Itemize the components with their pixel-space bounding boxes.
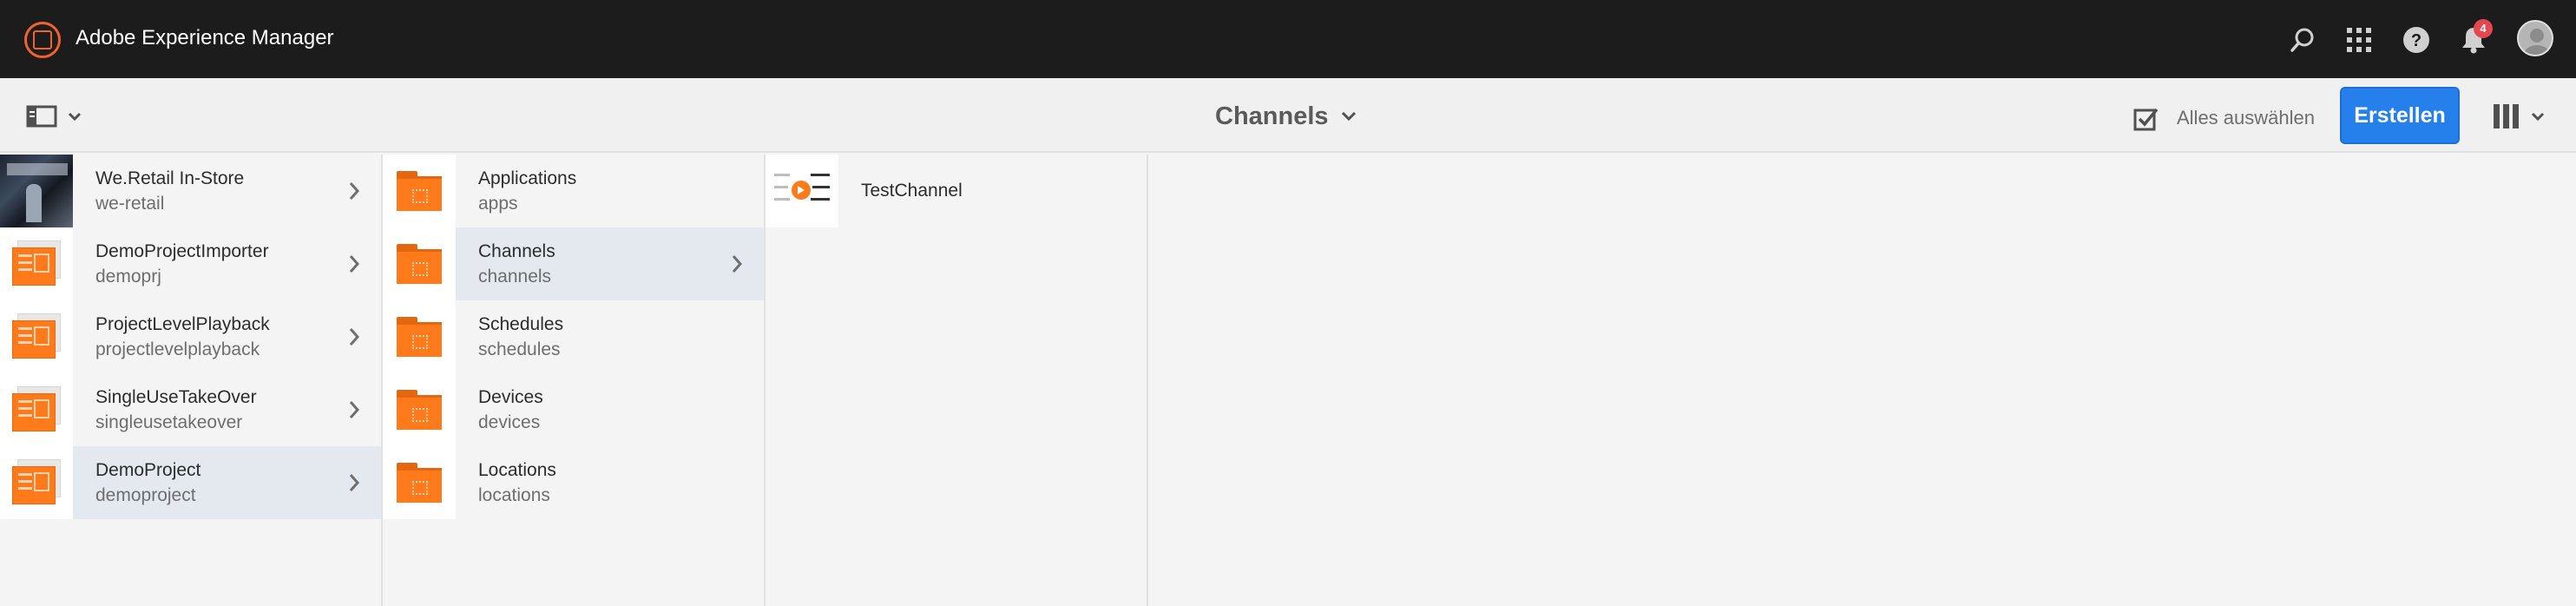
- chevron-right-icon[interactable]: [731, 254, 743, 274]
- project-thumbnail: [0, 446, 73, 519]
- list-item[interactable]: Devices devices: [383, 373, 764, 446]
- item-title: Applications: [478, 168, 577, 188]
- item-name: projectlevelplayback: [95, 339, 260, 359]
- item-name: demoproject: [95, 484, 196, 505]
- breadcrumb-title: Channels: [1215, 102, 1329, 130]
- item-title: Channels: [478, 240, 555, 261]
- project-thumbnail: [0, 300, 73, 373]
- folder-icon: [383, 227, 456, 300]
- folder-icon: [383, 300, 456, 373]
- list-item-selected[interactable]: DemoProject demoproject: [0, 446, 381, 519]
- aem-logo-icon[interactable]: [24, 22, 61, 58]
- list-item[interactable]: Schedules schedules: [383, 300, 764, 373]
- item-title: ProjectLevelPlayback: [95, 313, 270, 334]
- column-view-icon: [2494, 104, 2519, 128]
- list-item[interactable]: TestChannel: [766, 155, 1147, 227]
- list-item-selected[interactable]: Channels channels: [383, 227, 764, 300]
- create-button[interactable]: Erstellen: [2340, 87, 2460, 144]
- chevron-right-icon[interactable]: [348, 399, 360, 420]
- list-item[interactable]: ProjectLevelPlayback projectlevelplayback: [0, 300, 381, 373]
- rail-toggle-button[interactable]: [26, 99, 95, 134]
- list-item[interactable]: DemoProjectImporter demoprj: [0, 227, 381, 300]
- item-name: locations: [478, 484, 550, 505]
- item-name: schedules: [478, 339, 561, 359]
- item-title: Locations: [478, 459, 556, 480]
- folder-icon: [383, 446, 456, 519]
- item-title: Schedules: [478, 313, 564, 334]
- action-bar: Channels Alles auswählen Erstellen: [0, 78, 2576, 153]
- item-title: We.Retail In-Store: [95, 168, 245, 188]
- chevron-down-icon: [68, 112, 82, 122]
- help-icon[interactable]: ?: [2399, 23, 2434, 57]
- list-item[interactable]: Locations locations: [383, 446, 764, 519]
- folder-icon: [383, 373, 456, 446]
- project-thumbnail: [0, 373, 73, 446]
- select-all-label: Alles auswählen: [2177, 107, 2315, 128]
- list-item[interactable]: Applications apps: [383, 155, 764, 227]
- empty-column: [1148, 155, 2576, 606]
- item-title: SingleUseTakeOver: [95, 386, 257, 407]
- projects-column: We.Retail In-Store we-retail DemoProjectI…: [0, 155, 383, 606]
- list-item[interactable]: We.Retail In-Store we-retail: [0, 155, 381, 227]
- item-name: devices: [478, 412, 541, 432]
- search-icon[interactable]: [2286, 23, 2321, 57]
- chevron-right-icon[interactable]: [348, 472, 360, 493]
- item-name: demoprj: [95, 266, 161, 287]
- column-view: We.Retail In-Store we-retail DemoProjectI…: [0, 155, 2576, 606]
- item-name: singleusetakeover: [95, 412, 243, 432]
- item-name: we-retail: [95, 193, 165, 214]
- item-title: DemoProject: [95, 459, 201, 480]
- item-title: DemoProjectImporter: [95, 240, 269, 261]
- app-title[interactable]: Adobe Experience Manager: [76, 26, 334, 50]
- item-title: TestChannel: [861, 181, 963, 201]
- checkbox-checked-icon: [2133, 108, 2159, 131]
- item-title: Devices: [478, 386, 543, 407]
- global-header: Adobe Experience Manager ? 4: [0, 0, 2576, 78]
- user-avatar[interactable]: [2517, 20, 2553, 56]
- channel-thumbnail: [766, 155, 838, 227]
- notification-count-badge: 4: [2474, 19, 2493, 38]
- folder-icon: [383, 155, 456, 227]
- chevron-down-icon: [2531, 112, 2545, 122]
- chevron-down-icon: [1341, 111, 1356, 122]
- select-all-button[interactable]: Alles auswählen: [2133, 101, 2315, 135]
- svg-text:?: ?: [2411, 31, 2422, 50]
- side-panel-icon: [26, 105, 57, 128]
- item-name: channels: [478, 266, 552, 287]
- apps-grid-icon[interactable]: [2342, 23, 2376, 57]
- project-thumbnail: [0, 227, 73, 300]
- project-thumbnail: [0, 155, 73, 227]
- folders-column: Applications apps Channels channels Schedu…: [383, 155, 766, 606]
- chevron-right-icon[interactable]: [348, 326, 360, 347]
- chevron-right-icon[interactable]: [348, 254, 360, 274]
- breadcrumb[interactable]: Channels: [1215, 97, 1357, 135]
- list-item[interactable]: SingleUseTakeOver singleusetakeover: [0, 373, 381, 446]
- channels-column: TestChannel: [766, 155, 1148, 606]
- chevron-right-icon[interactable]: [348, 181, 360, 201]
- item-name: apps: [478, 193, 518, 214]
- view-switcher-button[interactable]: [2493, 97, 2557, 135]
